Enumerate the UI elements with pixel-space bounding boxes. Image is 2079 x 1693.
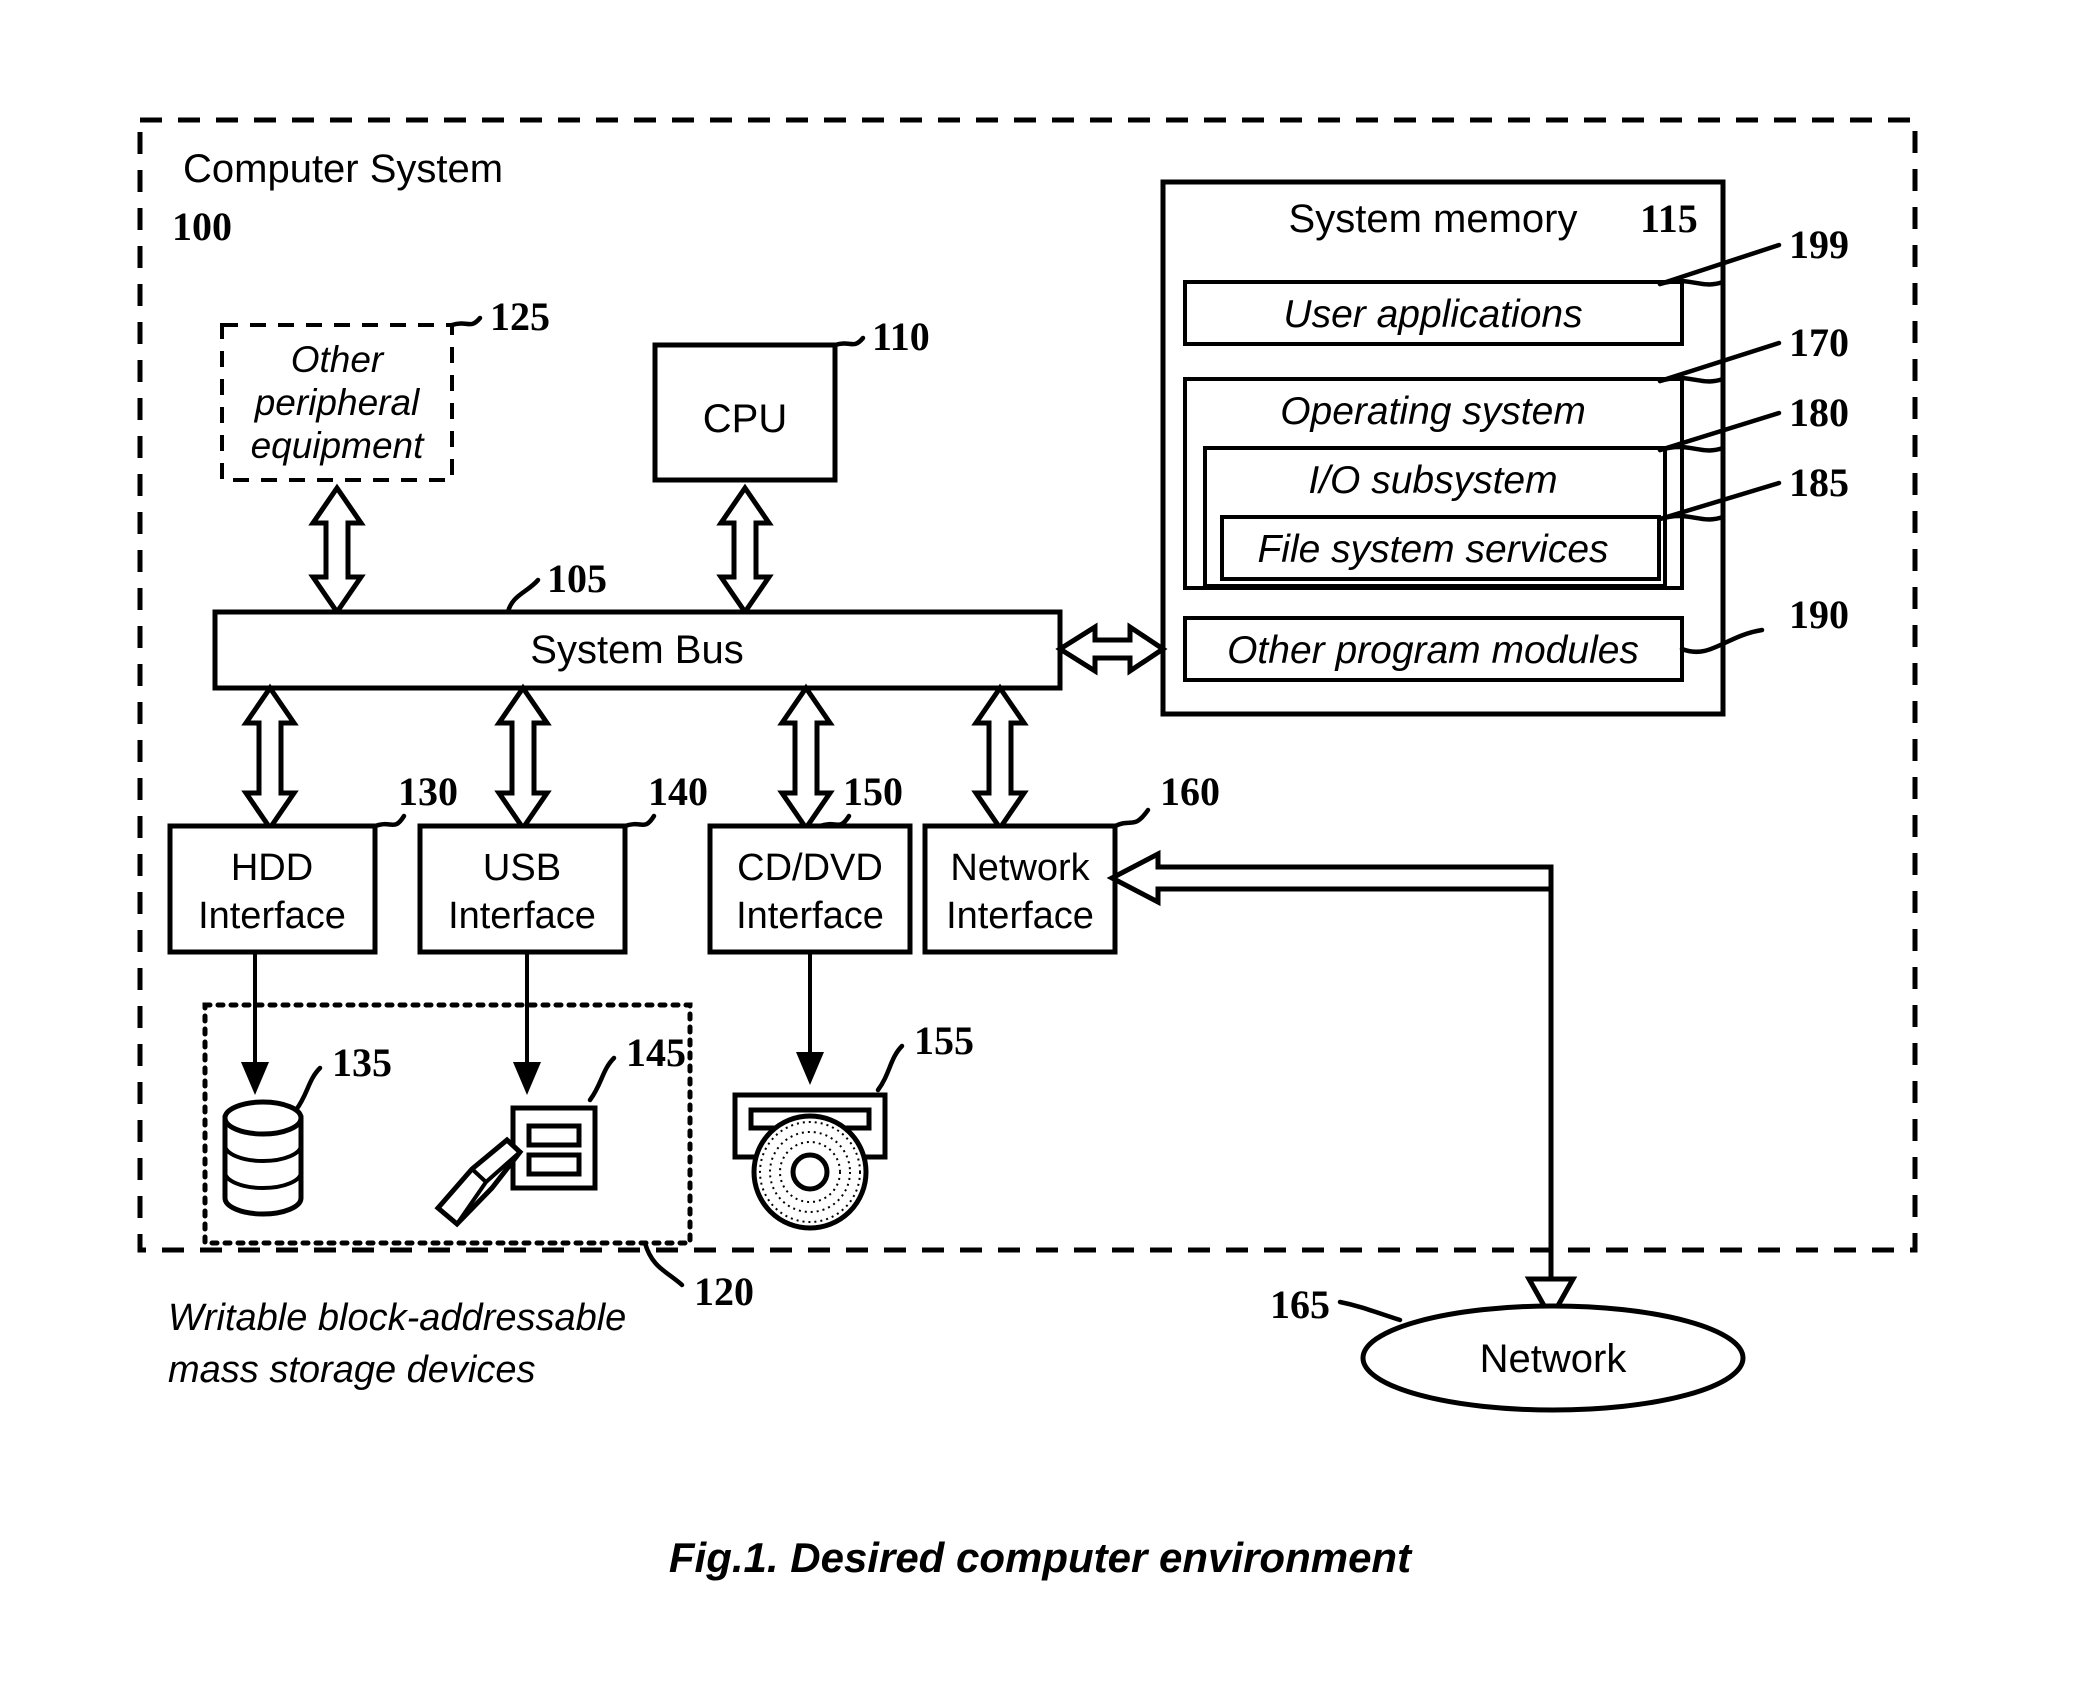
ref-140: 140 — [648, 769, 708, 814]
ref-190: 190 — [1789, 592, 1849, 637]
leader-125 — [449, 315, 483, 328]
ref-160: 160 — [1160, 769, 1220, 814]
system-bus-label: System Bus — [530, 628, 743, 672]
leader-155 — [875, 1043, 905, 1093]
arrow-cpu-bus — [716, 483, 774, 617]
network-interface-line2: Interface — [946, 895, 1094, 937]
leader-130 — [372, 813, 407, 829]
arrowhead-hdd — [241, 1062, 269, 1095]
mass-storage-caption-line2: mass storage devices — [168, 1349, 536, 1391]
leader-140 — [622, 813, 657, 829]
leader-165 — [1337, 1299, 1403, 1323]
ref-100: 100 — [172, 204, 232, 249]
ref-135: 135 — [332, 1040, 392, 1085]
ref-165: 165 — [1270, 1282, 1330, 1327]
ref-125: 125 — [490, 294, 550, 339]
cddvd-interface-line2: Interface — [736, 895, 884, 937]
ref-120: 120 — [694, 1269, 754, 1314]
hdd-interface-line2: Interface — [198, 895, 346, 937]
io-subsystem-label: I/O subsystem — [1308, 459, 1557, 502]
network-label: Network — [1480, 1337, 1628, 1381]
usb-flash-icon — [434, 1105, 598, 1228]
arrow-bus-network — [971, 683, 1029, 833]
operating-system-label: Operating system — [1280, 390, 1586, 433]
cpu-label: CPU — [703, 397, 787, 441]
leader-135 — [293, 1065, 323, 1113]
figure-caption: Fig.1. Desired computer environment — [669, 1534, 1413, 1581]
ref-110: 110 — [872, 314, 930, 359]
file-system-services-label: File system services — [1257, 528, 1608, 571]
mass-storage-caption-line1: Writable block-addressable — [168, 1297, 626, 1339]
computer-system-label: Computer System — [183, 147, 503, 191]
leader-145 — [587, 1055, 617, 1103]
arrow-bus-hdd — [241, 683, 299, 833]
ref-105: 105 — [547, 556, 607, 601]
cddvd-interface-line1: CD/DVD — [737, 847, 883, 889]
cddvd-drive-icon — [732, 1092, 888, 1231]
peripheral-line2: peripheral — [254, 382, 421, 423]
ref-130: 130 — [398, 769, 458, 814]
arrow-bus-cddvd — [777, 683, 835, 833]
leader-105 — [505, 577, 541, 615]
usb-interface-line1: USB — [483, 847, 561, 889]
arrowhead-cddvd — [796, 1052, 824, 1085]
leader-150 — [817, 813, 852, 829]
ref-180: 180 — [1789, 390, 1849, 435]
other-program-modules-label: Other program modules — [1227, 629, 1639, 672]
system-memory-label: System memory — [1289, 197, 1578, 241]
arrow-bus-usb — [494, 683, 552, 833]
figure-canvas: Computer System 100 Other peripheral equ… — [137, 117, 1918, 1581]
ref-145: 145 — [626, 1030, 686, 1075]
ref-185: 185 — [1789, 460, 1849, 505]
arrow-peripheral-bus — [308, 483, 366, 617]
network-interface-line1: Network — [950, 847, 1090, 889]
patent-figure-page: Computer System 100 Other peripheral equ… — [0, 0, 2079, 1693]
arrow-bus-memory — [1055, 622, 1168, 676]
ref-170: 170 — [1789, 320, 1849, 365]
arrowhead-usb — [513, 1062, 541, 1095]
ref-199: 199 — [1789, 222, 1849, 267]
hdd-cylinder-icon — [222, 1099, 304, 1217]
usb-interface-line2: Interface — [448, 895, 596, 937]
hdd-interface-line1: HDD — [231, 847, 313, 889]
leader-110 — [832, 335, 866, 348]
leader-160 — [1112, 807, 1151, 829]
peripheral-line1: Other — [291, 339, 385, 380]
ref-155: 155 — [914, 1018, 974, 1063]
ref-150: 150 — [843, 769, 903, 814]
ref-115: 115 — [1640, 196, 1698, 241]
user-applications-label: User applications — [1283, 293, 1582, 336]
peripheral-line3: equipment — [251, 425, 426, 466]
